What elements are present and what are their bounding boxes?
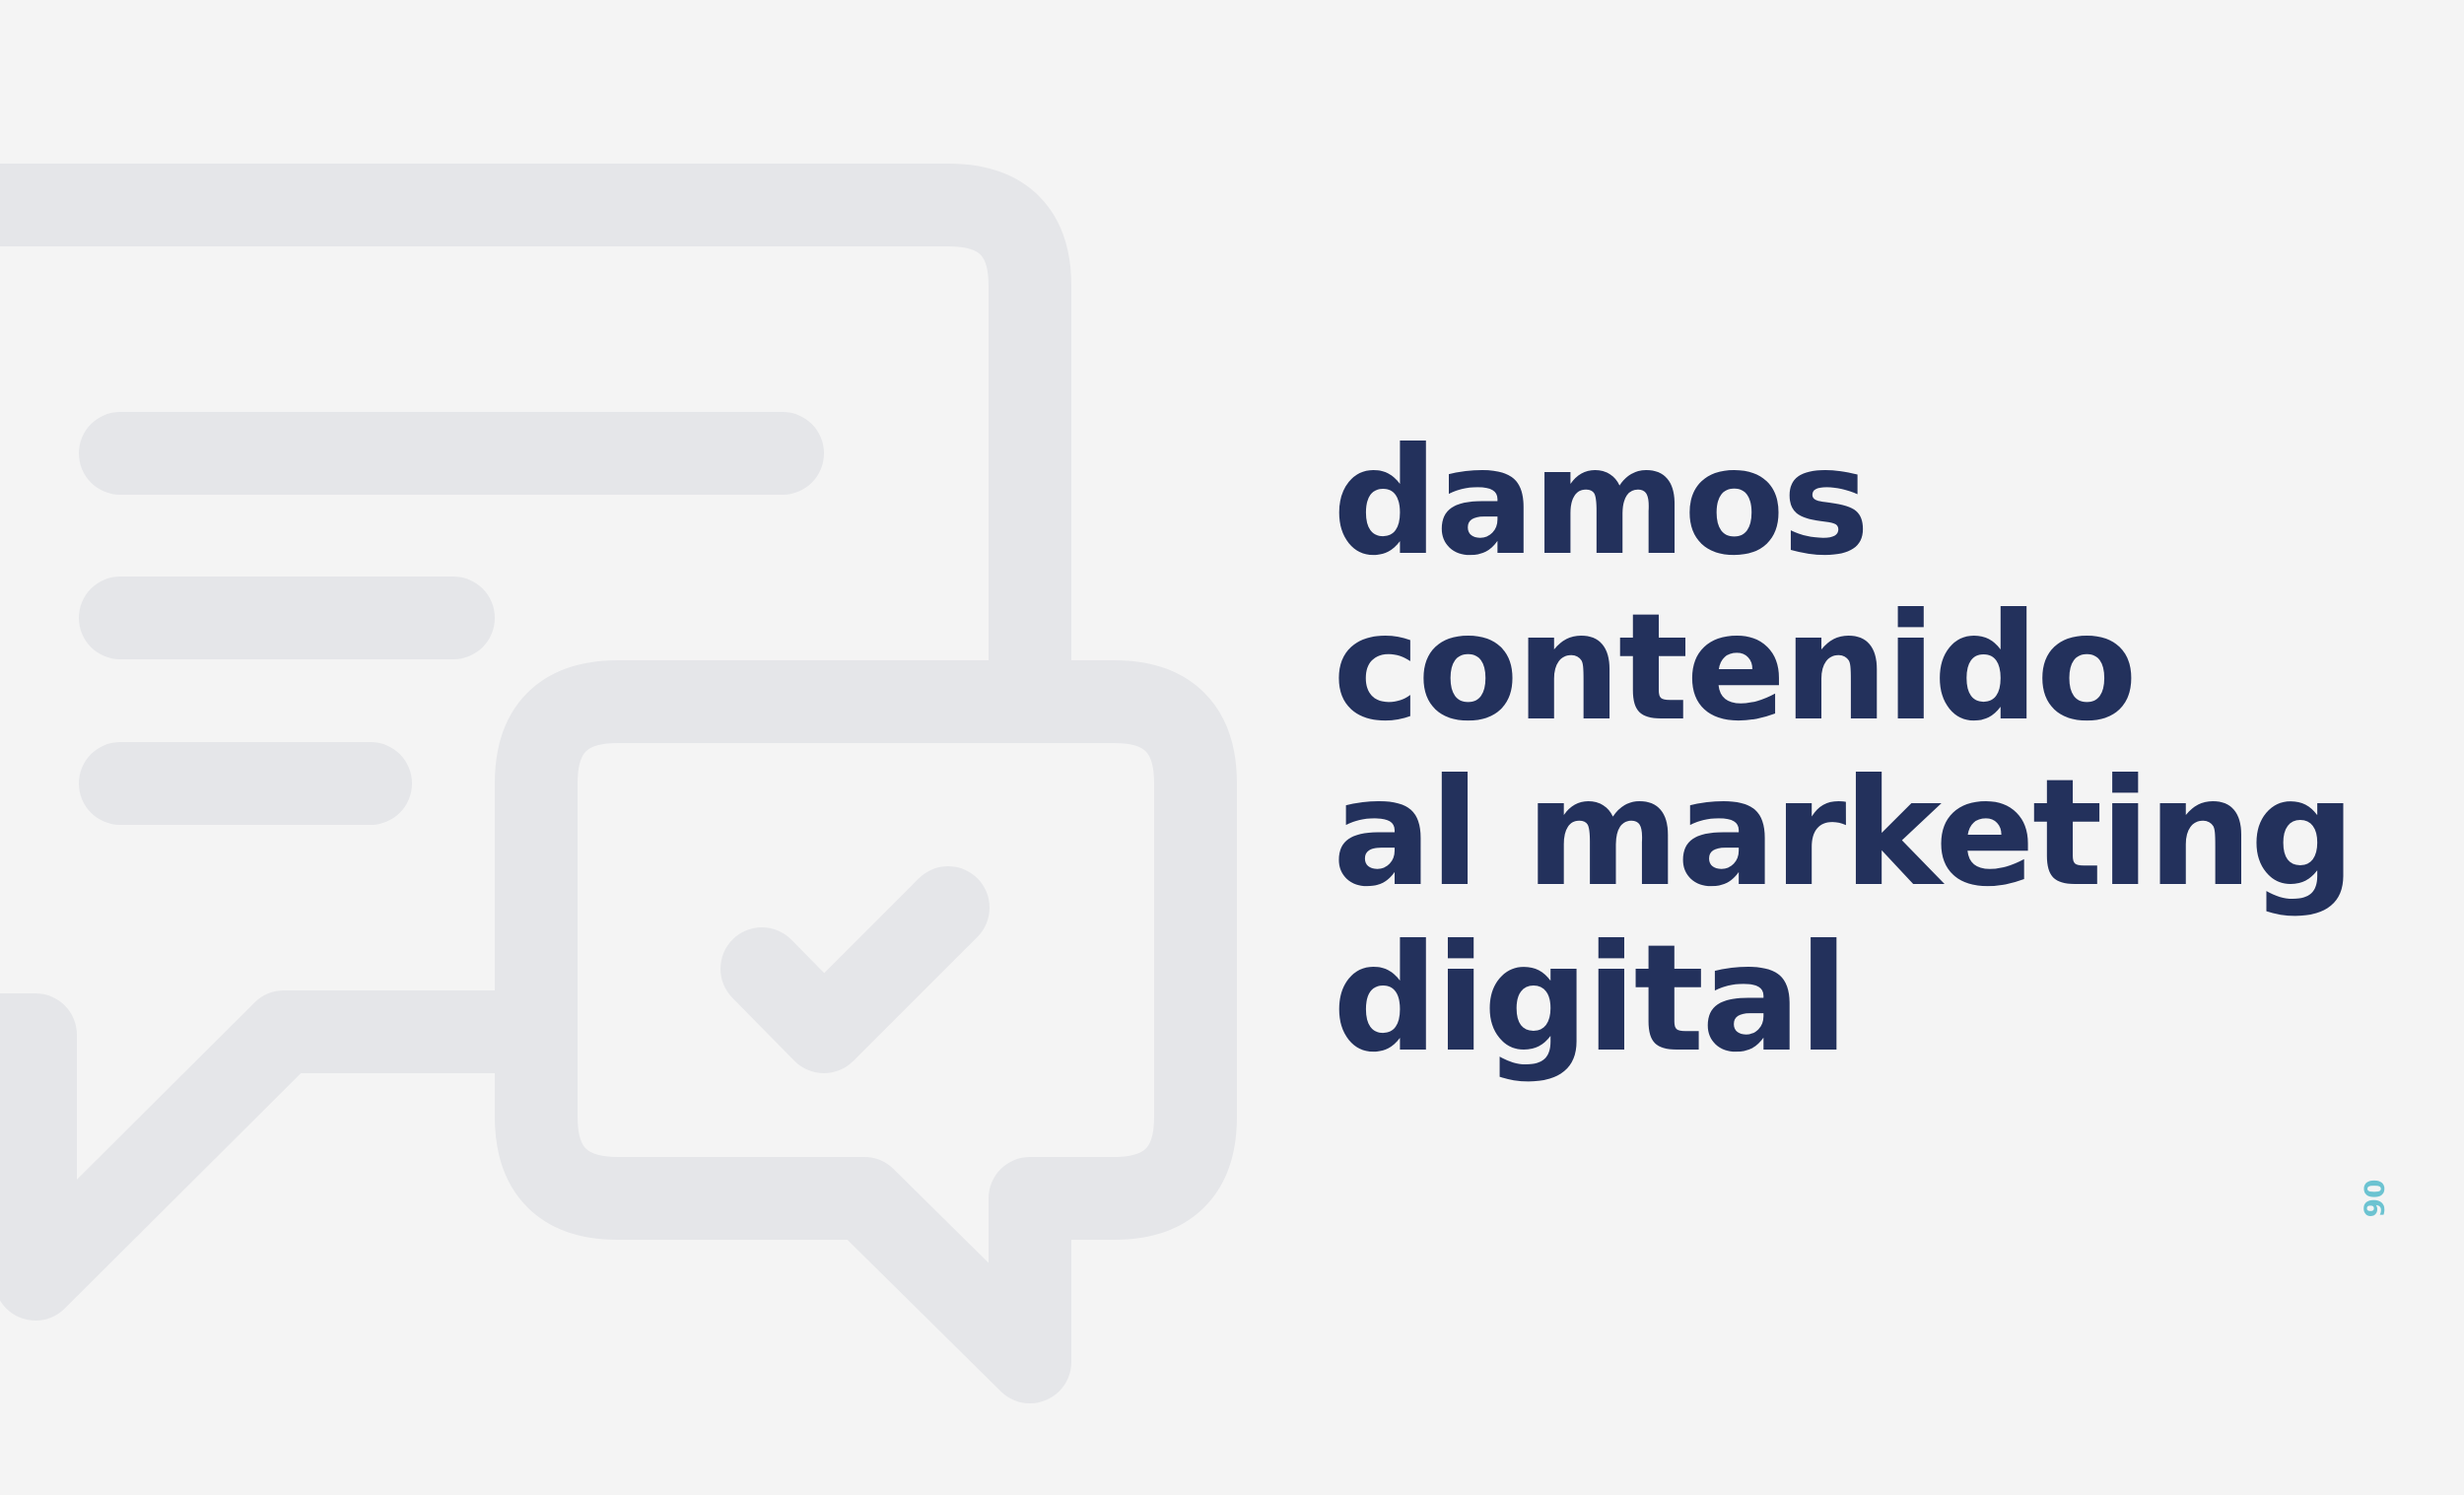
headline-line-4: digital: [1333, 914, 1849, 1085]
headline: damos contenido al marketing digital: [1333, 417, 2356, 1085]
headline-line-2: contenido: [1333, 582, 2138, 754]
checkmark: [720, 866, 990, 1073]
slide: damos contenido al marketing digital 06: [0, 0, 2464, 1495]
headline-line-1: damos: [1333, 417, 1870, 588]
headline-line-3: al marketing: [1333, 748, 2356, 919]
page-number: 06: [2358, 1179, 2390, 1218]
large-bubble-tail: [0, 990, 574, 1321]
